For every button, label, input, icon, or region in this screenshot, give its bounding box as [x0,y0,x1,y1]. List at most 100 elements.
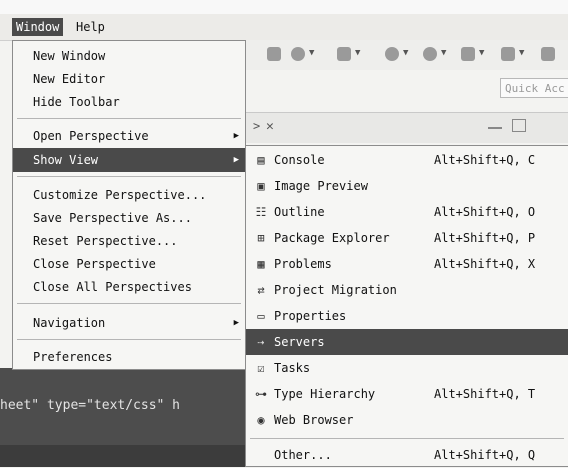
view-item-shortcut: Alt+Shift+Q, T [434,387,536,401]
view-item-label: Package Explorer [274,231,390,245]
menu-item-label: Open Perspective [33,129,149,143]
toolbar-debug-icon[interactable] [385,47,399,61]
editor-code-line: heet" type="text/css" h [0,398,181,413]
view-item-label: Web Browser [274,413,354,427]
outline-icon: ☷ [255,205,267,219]
menu-item-label: Hide Toolbar [33,95,120,109]
menu-item-customize-perspective[interactable]: Customize Perspective... [13,183,245,207]
menu-item-preferences[interactable]: Preferences [13,345,245,369]
package-explorer-icon: ⊞ [257,231,265,245]
web-browser-icon: ◉ [257,413,265,427]
view-item-servers[interactable]: ⇢ Servers [246,329,568,355]
view-item-label: Image Preview [274,179,368,193]
main-toolbar: ▼ ▼ ▼ ▼ ▼ ▼ [245,40,568,70]
view-item-label: Properties [274,309,347,323]
menu-item-label: Customize Perspective... [33,188,207,202]
window-top-strip [0,0,568,14]
tab-close-icon[interactable]: ✕ [266,119,274,134]
servers-icon: ⇢ [257,335,265,349]
toolbar-search-icon[interactable] [461,47,475,61]
menu-separator [17,176,241,177]
menu-bar: Window Help [0,14,568,41]
view-item-shortcut: Alt+Shift+Q, Q [434,448,536,462]
status-strip [0,445,245,467]
toolbar-open-type-icon[interactable] [501,47,515,61]
submenu-arrow-icon: ▶ [233,318,239,328]
menu-separator [17,303,241,304]
menu-item-label: Reset Perspective... [33,234,178,248]
view-item-package-explorer[interactable]: ⊞ Package Explorer Alt+Shift+Q, P [246,225,568,251]
toolbar-dropdown-icon[interactable]: ▼ [479,48,484,58]
view-item-label: Problems [274,257,332,271]
toolbar-dropdown-icon[interactable]: ▼ [519,48,524,58]
image-preview-icon: ▣ [257,179,265,193]
view-item-label: Other... [274,448,332,462]
toolbar-save-icon[interactable] [267,47,281,61]
view-item-shortcut: Alt+Shift+Q, O [434,205,536,219]
view-item-other[interactable]: Other... Alt+Shift+Q, Q [246,442,568,468]
menu-item-hide-toolbar[interactable]: Hide Toolbar [13,90,245,114]
type-hierarchy-icon: ⊶ [255,387,267,401]
view-item-project-migration[interactable]: ⇄ Project Migration [246,277,568,303]
quick-access-input[interactable]: Quick Acc [500,78,568,98]
tab-overflow-icon[interactable]: > [253,119,260,133]
view-item-shortcut: Alt+Shift+Q, C [434,153,536,167]
tasks-icon: ☑ [257,361,265,375]
menu-item-new-window[interactable]: New Window [13,44,245,68]
menu-separator [250,438,564,439]
menu-item-navigation[interactable]: Navigation ▶ [13,311,245,335]
view-item-type-hierarchy[interactable]: ⊶ Type Hierarchy Alt+Shift+Q, T [246,381,568,407]
submenu-arrow-icon: ▶ [233,155,239,165]
menu-item-label: New Editor [33,72,106,86]
toolbar-dropdown-icon[interactable]: ▼ [441,48,446,58]
menu-separator [17,118,241,119]
view-item-label: Servers [274,335,325,349]
menu-item-new-editor[interactable]: New Editor [13,67,245,91]
help-menu[interactable]: Help [72,18,109,36]
view-item-label: Outline [274,205,325,219]
menu-item-reset-perspective[interactable]: Reset Perspective... [13,229,245,253]
view-item-problems[interactable]: ▦ Problems Alt+Shift+Q, X [246,251,568,277]
show-view-submenu: ▤ Console Alt+Shift+Q, C ▣ Image Preview… [245,145,568,467]
menu-separator [17,339,241,340]
console-icon: ▤ [257,153,265,167]
window-menu[interactable]: Window [12,18,64,36]
view-item-outline[interactable]: ☷ Outline Alt+Shift+Q, O [246,199,568,225]
menu-item-close-perspective[interactable]: Close Perspective [13,252,245,276]
problems-icon: ▦ [257,257,265,271]
project-migration-icon: ⇄ [257,283,265,297]
menu-item-open-perspective[interactable]: Open Perspective ▶ [13,124,245,148]
view-item-web-browser[interactable]: ◉ Web Browser [246,407,568,433]
view-item-label: Tasks [274,361,311,375]
toolbar-dropdown-icon[interactable]: ▼ [403,48,408,58]
toolbar-globe-icon[interactable] [291,47,305,61]
menu-item-label: Show View [33,153,99,167]
window-menu-dropdown: New Window New Editor Hide Toolbar Open … [12,40,246,370]
toolbar-dropdown-icon[interactable]: ▼ [309,48,314,58]
view-item-image-preview[interactable]: ▣ Image Preview [246,173,568,199]
view-item-console[interactable]: ▤ Console Alt+Shift+Q, C [246,147,568,173]
toolbar-new-icon[interactable] [337,47,351,61]
view-item-label: Project Migration [274,283,397,297]
menu-item-label: Navigation [33,316,106,330]
view-item-shortcut: Alt+Shift+Q, X [434,257,536,271]
menu-item-close-all-perspectives[interactable]: Close All Perspectives [13,275,245,299]
menu-item-save-perspective-as[interactable]: Save Perspective As... [13,206,245,230]
toolbar-dropdown-icon[interactable]: ▼ [355,48,360,58]
view-item-shortcut: Alt+Shift+Q, P [434,231,536,245]
submenu-arrow-icon: ▶ [233,131,239,141]
menu-item-label: Preferences [33,350,113,364]
maximize-icon[interactable] [512,119,526,132]
view-item-tasks[interactable]: ☑ Tasks [246,355,568,381]
menu-item-label: Close Perspective [33,257,156,271]
toolbar-extra-icon[interactable] [541,47,555,61]
view-item-properties[interactable]: ▭ Properties [246,303,568,329]
toolbar-run-icon[interactable] [423,47,437,61]
menu-item-label: Save Perspective As... [33,211,192,225]
view-item-label: Console [274,153,325,167]
menu-item-show-view[interactable]: Show View ▶ [13,148,245,172]
menu-item-label: Close All Perspectives [33,280,192,294]
minimize-icon[interactable] [488,127,502,129]
menu-item-label: New Window [33,49,106,63]
view-item-label: Type Hierarchy [274,387,376,401]
